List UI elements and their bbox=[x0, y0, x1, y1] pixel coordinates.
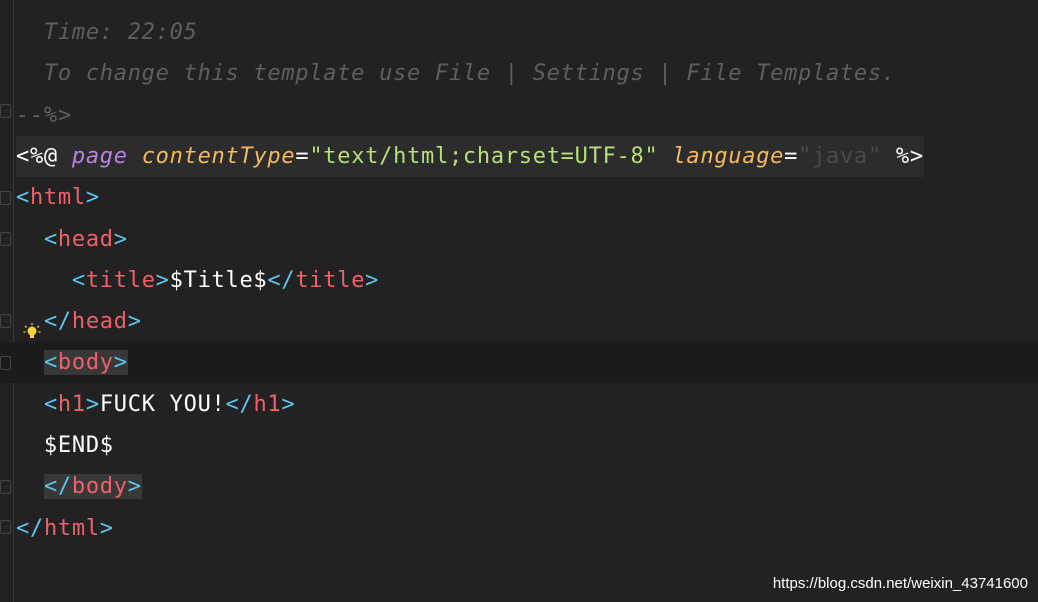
code-line[interactable]: To change this template use File | Setti… bbox=[0, 53, 1038, 94]
code-token: language bbox=[672, 143, 785, 169]
code-token: "text/html;charset=UTF-8" bbox=[309, 143, 659, 169]
code-line[interactable]: </html> bbox=[0, 508, 1038, 549]
code-token: body bbox=[71, 474, 128, 500]
fold-marker-icon[interactable] bbox=[0, 191, 11, 205]
code-token: </ bbox=[225, 391, 254, 417]
code-text: </html> bbox=[16, 508, 114, 549]
code-token: %> bbox=[881, 143, 924, 169]
code-text: To change this template use File | Setti… bbox=[16, 53, 896, 94]
fold-marker-icon[interactable] bbox=[0, 480, 11, 494]
fold-marker-icon[interactable] bbox=[0, 520, 11, 534]
code-token: </ bbox=[43, 474, 72, 500]
code-token: <%@ bbox=[16, 143, 72, 169]
code-token: </ bbox=[43, 309, 72, 335]
code-token: > bbox=[113, 226, 128, 252]
code-line[interactable]: <%@ page contentType="text/html;charset=… bbox=[0, 135, 1038, 177]
code-line[interactable]: $END$ bbox=[0, 425, 1038, 466]
code-token: < bbox=[43, 391, 58, 417]
code-line[interactable]: <body> bbox=[0, 342, 1038, 384]
code-text: <head> bbox=[16, 219, 128, 260]
code-line[interactable]: </body> bbox=[0, 466, 1038, 507]
code-token: contentType bbox=[141, 143, 296, 169]
code-token: > bbox=[113, 350, 128, 376]
code-token: > bbox=[99, 515, 114, 541]
code-line[interactable]: </head> bbox=[0, 301, 1038, 342]
code-token: > bbox=[85, 391, 100, 417]
code-token: page bbox=[71, 143, 128, 169]
lightbulb-icon[interactable] bbox=[23, 322, 41, 342]
fold-marker-icon[interactable] bbox=[0, 356, 11, 370]
code-token: $END$ bbox=[16, 433, 114, 458]
code-token: > bbox=[365, 267, 380, 293]
code-line[interactable]: --%> bbox=[0, 95, 1038, 136]
code-token: head bbox=[71, 309, 128, 335]
fold-marker-icon[interactable] bbox=[0, 314, 11, 328]
code-token: = bbox=[784, 143, 799, 169]
code-token: body bbox=[57, 350, 114, 376]
code-text: </body> bbox=[16, 466, 142, 507]
code-text: <h1>FUCK YOU!</h1> bbox=[16, 384, 295, 425]
code-token: > bbox=[127, 309, 142, 335]
code-token: FUCK YOU! bbox=[99, 391, 226, 417]
code-token: = bbox=[295, 143, 310, 169]
fold-marker-icon[interactable] bbox=[0, 104, 11, 118]
code-text: <body> bbox=[16, 342, 128, 383]
code-token: "java" bbox=[798, 143, 882, 169]
code-token: </ bbox=[267, 267, 296, 293]
code-token: To change this template use File | Setti… bbox=[16, 61, 896, 87]
code-token: < bbox=[43, 226, 58, 252]
code-line[interactable]: <head> bbox=[0, 219, 1038, 260]
code-token: --%> bbox=[16, 102, 72, 128]
code-token: </ bbox=[16, 515, 44, 541]
code-token: < bbox=[16, 185, 30, 211]
code-token: < bbox=[43, 350, 58, 376]
code-line[interactable]: <html> bbox=[0, 177, 1038, 218]
code-line[interactable]: <title>$Title$</title> bbox=[0, 260, 1038, 301]
code-text: <%@ page contentType="text/html;charset=… bbox=[16, 135, 924, 177]
code-token: Time: 22:05 bbox=[16, 20, 198, 45]
code-token: html bbox=[43, 515, 100, 541]
code-token: title bbox=[85, 267, 156, 293]
code-token: > bbox=[127, 474, 142, 500]
code-token: title bbox=[295, 267, 366, 293]
fold-marker-icon[interactable] bbox=[0, 232, 11, 246]
code-token: h1 bbox=[253, 391, 282, 417]
code-text: <title>$Title$</title> bbox=[16, 260, 379, 301]
code-token: > bbox=[155, 267, 170, 293]
code-line[interactable]: <h1>FUCK YOU!</h1> bbox=[0, 384, 1038, 425]
code-token: $Title$ bbox=[169, 267, 268, 293]
code-token: html bbox=[29, 185, 86, 211]
code-text: --%> bbox=[16, 95, 72, 136]
code-line[interactable]: Time: 22:05 bbox=[0, 12, 1038, 53]
code-token: < bbox=[71, 267, 86, 293]
code-text: $END$ bbox=[16, 425, 114, 466]
code-token: h1 bbox=[57, 391, 86, 417]
code-token: head bbox=[57, 226, 114, 252]
code-token: > bbox=[85, 185, 100, 211]
watermark: https://blog.csdn.net/weixin_43741600 bbox=[772, 575, 1028, 592]
code-token: > bbox=[281, 391, 296, 417]
code-text: Time: 22:05 bbox=[16, 12, 198, 53]
code-text: <html> bbox=[16, 177, 100, 218]
